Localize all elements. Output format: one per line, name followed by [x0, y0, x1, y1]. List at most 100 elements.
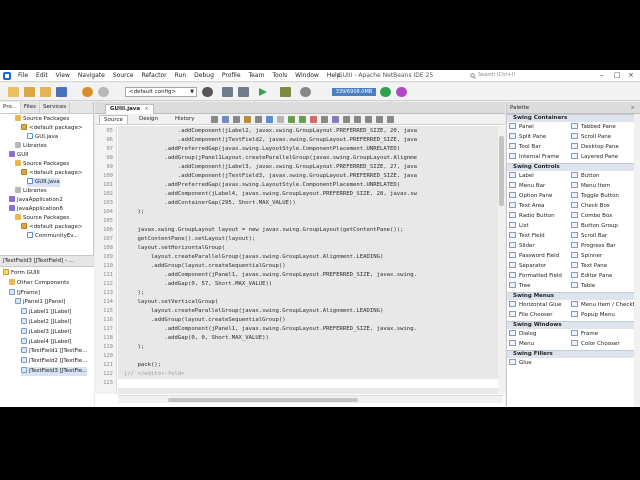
tree-row[interactable]: CommunityEv... — [27, 232, 78, 241]
code-line[interactable]: .addContainerGap(295, Short.MAX_VALUE)) — [118, 199, 505, 208]
palette-item[interactable]: Tabbed Pane — [571, 122, 616, 132]
editor-tool-icon[interactable] — [255, 116, 262, 123]
gc-icon[interactable] — [380, 87, 391, 97]
tree-row[interactable]: jPanel1 [JPanel] — [15, 298, 65, 307]
editor-tool-icon[interactable] — [266, 116, 273, 123]
editor-tool-icon[interactable] — [288, 116, 295, 123]
palette-item[interactable]: Glue — [509, 358, 532, 368]
vertical-scroll-thumb[interactable] — [499, 136, 504, 206]
palette-item[interactable]: Tool Bar — [509, 142, 541, 152]
code-line[interactable] — [118, 352, 505, 361]
palette-item[interactable]: Check Box — [571, 201, 610, 211]
menu-window[interactable]: Window — [291, 71, 323, 81]
palette-item[interactable]: Panel — [509, 122, 534, 132]
config-globe-icon[interactable] — [202, 87, 213, 97]
code-line[interactable]: .addGroup(jPanel1Layout.createParallelGr… — [118, 154, 505, 163]
code-line[interactable]: pack(); — [118, 361, 505, 370]
tree-row[interactable]: jTextField2 [JTextFie... — [21, 357, 87, 366]
code-line[interactable]: ); — [118, 343, 505, 352]
menu-source[interactable]: Source — [109, 71, 138, 81]
code-line[interactable]: .addComponent(jTextField2, javax.swing.G… — [118, 136, 505, 145]
tree-row[interactable]: Form GUIII — [3, 269, 40, 278]
tree-row[interactable]: jLabel3 [JLabel] — [21, 327, 71, 337]
close-tab-icon[interactable]: × — [144, 106, 149, 112]
tree-row[interactable]: GUII — [9, 151, 29, 160]
tree-row[interactable]: JavaApplication8 — [9, 205, 63, 214]
config-select[interactable]: <default config> ▼ — [125, 87, 197, 97]
code-line[interactable]: .addPreferredGap(javax.swing.LayoutStyle… — [118, 145, 505, 154]
palette-item[interactable]: Radio Button — [509, 211, 555, 221]
code-line[interactable]: .addGap(0, 0, Short.MAX_VALUE)) — [118, 334, 505, 343]
tab-files[interactable]: Files — [21, 102, 40, 113]
palette-item[interactable]: Button — [571, 171, 599, 181]
tree-row[interactable]: <default package> — [21, 223, 83, 232]
palette-category[interactable]: Swing Containers — [507, 114, 634, 122]
editor-tool-icon[interactable] — [233, 116, 240, 123]
maximize-icon[interactable]: □ — [614, 71, 621, 79]
editor-tool-icon[interactable] — [321, 116, 328, 123]
close-window-icon[interactable]: × — [628, 71, 634, 79]
tree-row[interactable]: jLabel2 [JLabel] — [21, 318, 71, 327]
editor-tool-icon[interactable] — [376, 116, 383, 123]
tree-row[interactable]: jLabel1 [JLabel] — [21, 308, 71, 317]
editor-tab-guiii[interactable]: GUIII.java × — [105, 104, 154, 114]
editor-tool-icon[interactable] — [387, 116, 394, 123]
tree-row[interactable]: jLabel4 [JLabel] — [21, 337, 71, 347]
tab-history[interactable]: History — [171, 115, 199, 124]
palette-item[interactable]: File Chooser — [509, 310, 553, 320]
menu-debug[interactable]: Debug — [190, 71, 218, 81]
tab-services[interactable]: Services — [40, 102, 71, 113]
palette-item[interactable]: Progress Bar — [571, 241, 616, 251]
search-box[interactable]: Search (Ctrl+I) — [468, 72, 544, 80]
menu-view[interactable]: View — [52, 71, 74, 81]
tree-row[interactable]: GUI.java — [27, 133, 58, 142]
menu-tools[interactable]: Tools — [268, 71, 291, 81]
undo-icon[interactable] — [82, 87, 93, 97]
tree-row[interactable]: GUII.java — [27, 178, 60, 187]
palette-item[interactable]: Slider — [509, 241, 535, 251]
build-hammer-icon[interactable] — [222, 87, 233, 97]
tree-row[interactable]: [JFrame] — [9, 288, 40, 298]
code-line[interactable]: .addComponent(jPanel1, javax.swing.Group… — [118, 325, 505, 334]
palette-item[interactable]: Button Group — [571, 221, 618, 231]
palette-item[interactable]: Table — [571, 281, 595, 291]
palette-item[interactable]: Option Pane — [509, 191, 552, 201]
palette-item[interactable]: Tree — [509, 281, 530, 291]
minimize-icon[interactable]: – — [600, 71, 604, 79]
palette-item[interactable]: Color Chooser — [571, 339, 620, 349]
code-line[interactable]: .addGroup(layout.createSequentialGroup() — [118, 316, 505, 325]
close-palette-icon[interactable]: × — [630, 102, 635, 114]
code-line[interactable]: ); — [118, 289, 505, 298]
code-line[interactable]: .addComponent(jLabel4, javax.swing.Group… — [118, 190, 505, 199]
palette-item[interactable]: Horizontal Glue — [509, 300, 562, 310]
code-line[interactable]: }// </editor-fold> — [118, 370, 505, 379]
palette-item[interactable]: List — [509, 221, 529, 231]
tab-design[interactable]: Design — [135, 115, 162, 124]
new-project-icon[interactable] — [24, 87, 35, 97]
code-area[interactable]: 95 96 97 98 99 100 101 102 103 104 105 106 107 108 109… — [95, 126, 505, 394]
code-line[interactable]: .addComponent(jTextField3, javax.swing.G… — [118, 172, 505, 181]
code-line[interactable]: .addComponent(jLabel3, javax.swing.Group… — [118, 163, 505, 172]
menu-team[interactable]: Team — [245, 71, 269, 81]
tree-row[interactable]: jTextField3 [JTextFie... — [21, 367, 88, 376]
code-line[interactable] — [118, 379, 505, 388]
menu-edit[interactable]: Edit — [32, 71, 52, 81]
code-line[interactable]: layout.setHorizontalGroup( — [118, 244, 505, 253]
tree-row[interactable]: Libraries — [15, 142, 47, 151]
editor-tool-icon[interactable] — [332, 116, 339, 123]
editor-tool-icon[interactable] — [354, 116, 361, 123]
palette-item[interactable]: Frame — [571, 329, 598, 339]
palette-item[interactable]: Internal Frame — [509, 152, 559, 162]
tree-row[interactable]: Source Packages — [15, 160, 69, 169]
tree-row[interactable]: <default package> — [21, 169, 83, 178]
palette-item[interactable]: Menu Item / CheckBox — [571, 300, 635, 310]
code-line[interactable]: .addComponent(jPanel1, javax.swing.Group… — [118, 271, 505, 280]
palette-item[interactable]: Text Field — [509, 231, 545, 241]
palette-category[interactable]: Swing Menus — [507, 292, 634, 300]
palette-category[interactable]: Swing Fillers — [507, 350, 634, 358]
palette-item[interactable]: Separator — [509, 261, 546, 271]
palette-item[interactable]: Text Area — [509, 201, 545, 211]
tree-row[interactable]: Source Packages — [15, 214, 69, 223]
palette-item[interactable]: Password Field — [509, 251, 559, 261]
menu-profile[interactable]: Profile — [218, 71, 245, 81]
